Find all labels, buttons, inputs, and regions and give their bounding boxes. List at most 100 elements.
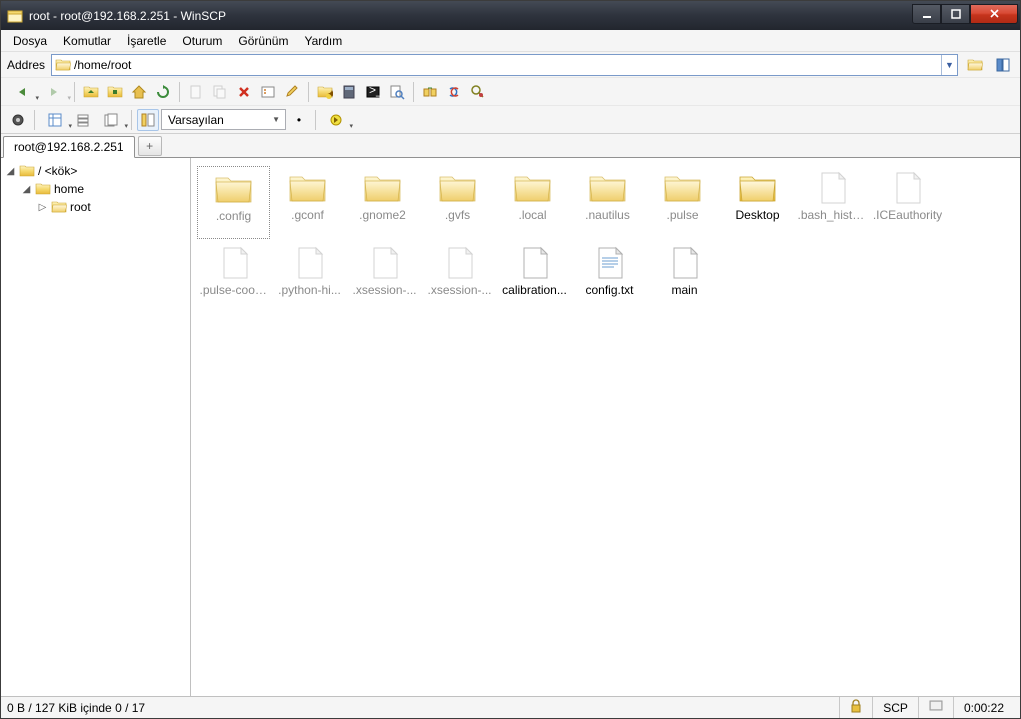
file-item[interactable]: .python-hi... <box>272 241 347 316</box>
item-label: .gnome2 <box>359 208 406 222</box>
back-button[interactable] <box>7 81 37 103</box>
menubar: Dosya Komutlar İşaretle Oturum Görünüm Y… <box>1 30 1020 52</box>
terminal-button[interactable]: >_ <box>362 81 384 103</box>
file-icon <box>214 243 256 281</box>
folder-item[interactable]: .gvfs <box>420 166 495 241</box>
address-dropdown[interactable]: ▼ <box>941 55 957 75</box>
titlebar: root - root@192.168.2.251 - WinSCP <box>1 1 1020 30</box>
item-label: main <box>671 283 697 297</box>
item-label: .gvfs <box>445 208 470 222</box>
rename-button[interactable] <box>281 81 303 103</box>
folder-item[interactable]: .config <box>197 166 270 239</box>
folder-item[interactable]: .gnome2 <box>345 166 420 241</box>
sync-button[interactable] <box>419 81 441 103</box>
session-tab[interactable]: root@192.168.2.251 <box>3 136 135 158</box>
folder-item[interactable]: .gconf <box>270 166 345 241</box>
delete-button[interactable] <box>233 81 255 103</box>
svg-text:>_: >_ <box>369 84 381 97</box>
item-label: config.txt <box>585 283 633 297</box>
main-toolbar: ✦ >_ <box>1 78 1020 106</box>
item-label: .gconf <box>291 208 324 222</box>
calculator-button[interactable] <box>338 81 360 103</box>
item-label: .xsession-... <box>427 283 491 297</box>
transfer-preset-combo[interactable]: Varsayılan ▼ <box>161 109 286 130</box>
file-icon <box>887 168 929 206</box>
compare-button[interactable] <box>467 81 489 103</box>
folder-item[interactable]: .nautilus <box>570 166 645 241</box>
tree-current-node[interactable]: ▷ root <box>3 198 188 216</box>
collapse-icon[interactable]: ◢ <box>5 166 16 177</box>
find-button[interactable] <box>386 81 408 103</box>
home-dir-button[interactable] <box>128 81 150 103</box>
maximize-button[interactable] <box>941 4 970 24</box>
address-input[interactable] <box>74 55 941 75</box>
menu-isaretle[interactable]: İşaretle <box>119 31 174 51</box>
expand-icon[interactable]: ▷ <box>37 202 48 213</box>
refresh-button[interactable] <box>152 81 174 103</box>
collapse-icon[interactable]: ◢ <box>21 184 32 195</box>
file-item[interactable]: main <box>647 241 722 316</box>
properties-button[interactable] <box>257 81 279 103</box>
edit-button[interactable] <box>185 81 207 103</box>
file-item[interactable]: .xsession-... <box>422 241 497 316</box>
folder-icon <box>213 169 255 207</box>
status-selection: 0 B / 127 KiB içinde 0 / 17 <box>7 701 839 715</box>
root-dir-button[interactable] <box>104 81 126 103</box>
toggle-tree-button[interactable] <box>992 54 1014 76</box>
minimize-button[interactable] <box>912 4 941 24</box>
folder-tree[interactable]: ◢ / <kök> ◢ home ▷ root <box>1 158 191 696</box>
status-protocol-text: SCP <box>883 701 908 715</box>
folder-icon <box>362 168 404 206</box>
sync-browse-button[interactable] <box>443 81 465 103</box>
parent-dir-button[interactable] <box>80 81 102 103</box>
file-icon <box>364 243 406 281</box>
queue-button[interactable] <box>72 109 94 131</box>
file-item[interactable]: .pulse-cookie <box>197 241 272 316</box>
folder-item[interactable]: .pulse <box>645 166 720 241</box>
menu-oturum[interactable]: Oturum <box>174 31 230 51</box>
preferences-button[interactable] <box>7 109 29 131</box>
copy-button[interactable] <box>209 81 231 103</box>
new-folder-button[interactable]: ✦ <box>314 81 336 103</box>
tree-node-label: home <box>54 182 84 196</box>
file-icon <box>589 243 631 281</box>
folder-item[interactable]: .local <box>495 166 570 241</box>
folder-icon <box>587 168 629 206</box>
view-style-button[interactable] <box>40 109 70 131</box>
session-tabbar: root@192.168.2.251 + <box>1 134 1020 158</box>
file-icon <box>664 243 706 281</box>
menu-yardim[interactable]: Yardım <box>296 31 350 51</box>
tree-root-node[interactable]: ◢ / <kök> <box>3 162 188 180</box>
open-folder-button[interactable] <box>964 54 986 76</box>
menu-dosya[interactable]: Dosya <box>5 31 55 51</box>
folder-item[interactable]: Desktop <box>720 166 795 241</box>
tree-home-node[interactable]: ◢ home <box>3 180 188 198</box>
menu-gorunum[interactable]: Görünüm <box>230 31 296 51</box>
item-label: .config <box>216 209 251 223</box>
folder-icon <box>662 168 704 206</box>
close-button[interactable] <box>970 4 1018 24</box>
folder-icon <box>35 181 51 197</box>
file-item[interactable]: .xsession-... <box>347 241 422 316</box>
menu-komutlar[interactable]: Komutlar <box>55 31 119 51</box>
tree-layout-button[interactable] <box>137 109 159 131</box>
status-protocol: SCP <box>872 697 918 718</box>
separator <box>34 110 35 130</box>
transfer-settings-button[interactable] <box>96 109 126 131</box>
file-item[interactable]: .bash_history <box>795 166 870 241</box>
file-list[interactable]: .config .gconf .gnome2 .gvfs .local .nautilus… <box>191 158 1020 696</box>
keepalive-button[interactable] <box>321 109 351 131</box>
file-item[interactable]: config.txt <box>572 241 647 316</box>
status-time: 0:00:22 <box>953 697 1014 718</box>
item-label: .local <box>518 208 546 222</box>
file-icon <box>439 243 481 281</box>
folder-icon <box>55 57 71 73</box>
transfer-edit-button[interactable]: • <box>288 109 310 131</box>
file-item[interactable]: .ICEauthority <box>870 166 945 241</box>
tree-node-label: / <kök> <box>38 164 77 178</box>
window-title: root - root@192.168.2.251 - WinSCP <box>29 9 912 23</box>
new-session-tab-button[interactable]: + <box>138 136 162 156</box>
separator <box>315 110 316 130</box>
forward-button[interactable] <box>39 81 69 103</box>
file-item[interactable]: calibration... <box>497 241 572 316</box>
